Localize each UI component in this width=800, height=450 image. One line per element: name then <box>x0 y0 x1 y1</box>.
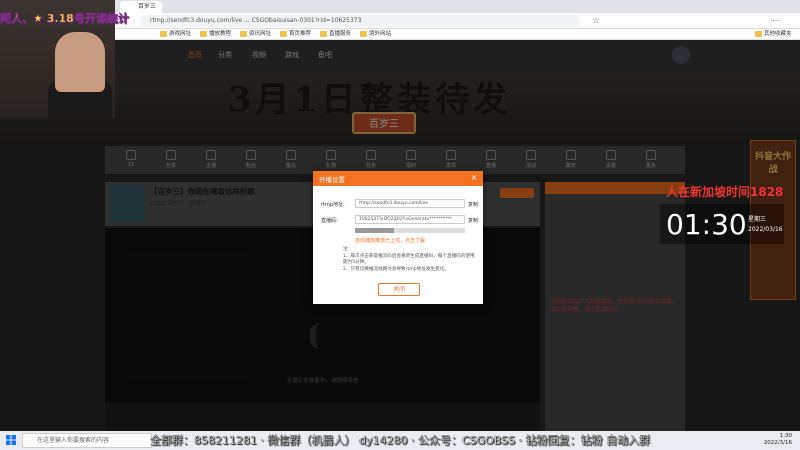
clock-time: 01:30 <box>666 208 747 241</box>
close-icon[interactable]: × <box>469 173 479 182</box>
tray-clock[interactable]: 1:30 2022/3/16 <box>752 433 792 447</box>
tray-date: 2022/3/16 <box>763 440 792 446</box>
bookmark-folder[interactable]: 播放教程 <box>200 30 231 39</box>
rtmp-label: rtmp地址: <box>321 202 345 208</box>
bookmark-folder[interactable]: 首页推荐 <box>280 30 311 39</box>
dialog-note: 1、每次点击获取推流码后会重新生成直播码，每个直播码的使用期为5分钟。 <box>343 254 475 265</box>
bookmarks-bar: 游戏网址 播放教程 资讯网址 首页推荐 直播服务 境外网站 其他收藏夹 <box>0 29 800 40</box>
copy-key-button[interactable]: 复制 <box>468 217 478 224</box>
star-icon[interactable]: ☆ <box>590 15 602 27</box>
stream-settings-dialog: 开播设置 × rtmp地址: rtmp://sendfc3.douyu.com/… <box>313 171 483 304</box>
bookmark-folder[interactable]: 其他收藏夹 <box>755 30 792 39</box>
taskbar-search-input[interactable]: 在这里输入你要搜索的内容 <box>22 433 152 448</box>
dialog-title: 开播设置 <box>319 176 345 184</box>
dialog-note-heading: 注: <box>343 247 350 252</box>
bottom-ticker: 全部群：858211281 · 微信群（机器人） dy14280 · 公众号：C… <box>150 431 670 450</box>
tab-label: 百岁三 <box>138 3 157 10</box>
menu-icon[interactable]: ⋯ <box>770 15 782 27</box>
bookmark-folder[interactable]: 资讯网址 <box>240 30 271 39</box>
stream-key-label: 直播码: <box>321 218 338 224</box>
stream-note-text: 阿人、★ 3.18号开课统计 <box>0 12 129 25</box>
key-progress-bar <box>355 228 465 233</box>
clock-widget: 01:30 星期三 2022/03/16 <box>660 204 784 244</box>
auto-stream-link[interactable]: 自动播放推流已上线，点击了解 <box>355 237 425 244</box>
key-progress-fill <box>355 228 394 233</box>
clock-date: 2022/03/16 <box>748 226 783 233</box>
rtmp-field[interactable]: rtmp://sendfc3.douyu.com/live <box>355 199 465 208</box>
close-button[interactable]: 关闭 <box>378 283 420 296</box>
bookmark-folder[interactable]: 直播服务 <box>320 30 351 39</box>
dialog-header: 开播设置 × <box>313 171 483 186</box>
tray-time: 1:30 <box>779 433 792 439</box>
stream-key-field[interactable]: 10625373rDQ2jDQ?ivGeneratu********** <box>355 215 465 224</box>
windows-start-icon[interactable] <box>6 435 16 445</box>
ticker-text: 全部群：858211281 · 微信群（机器人） dy14280 · 公众号：C… <box>150 434 651 447</box>
dialog-note: 2、只有切换推流线路才会导致rtmp地址发生变化。 <box>343 267 449 272</box>
bookmark-folder[interactable]: 境外网站 <box>360 30 391 39</box>
clock-day: 星期三 <box>748 216 767 223</box>
url-input[interactable]: rtmp://sendfc3.douyu.com/live ... CSGOba… <box>140 15 580 27</box>
webcam-person-head <box>55 32 105 92</box>
copy-rtmp-button[interactable]: 复制 <box>468 201 478 208</box>
clock-caption: 人在新加坡时间1828 <box>666 185 784 199</box>
bookmark-folder[interactable]: 游戏网址 <box>160 30 191 39</box>
